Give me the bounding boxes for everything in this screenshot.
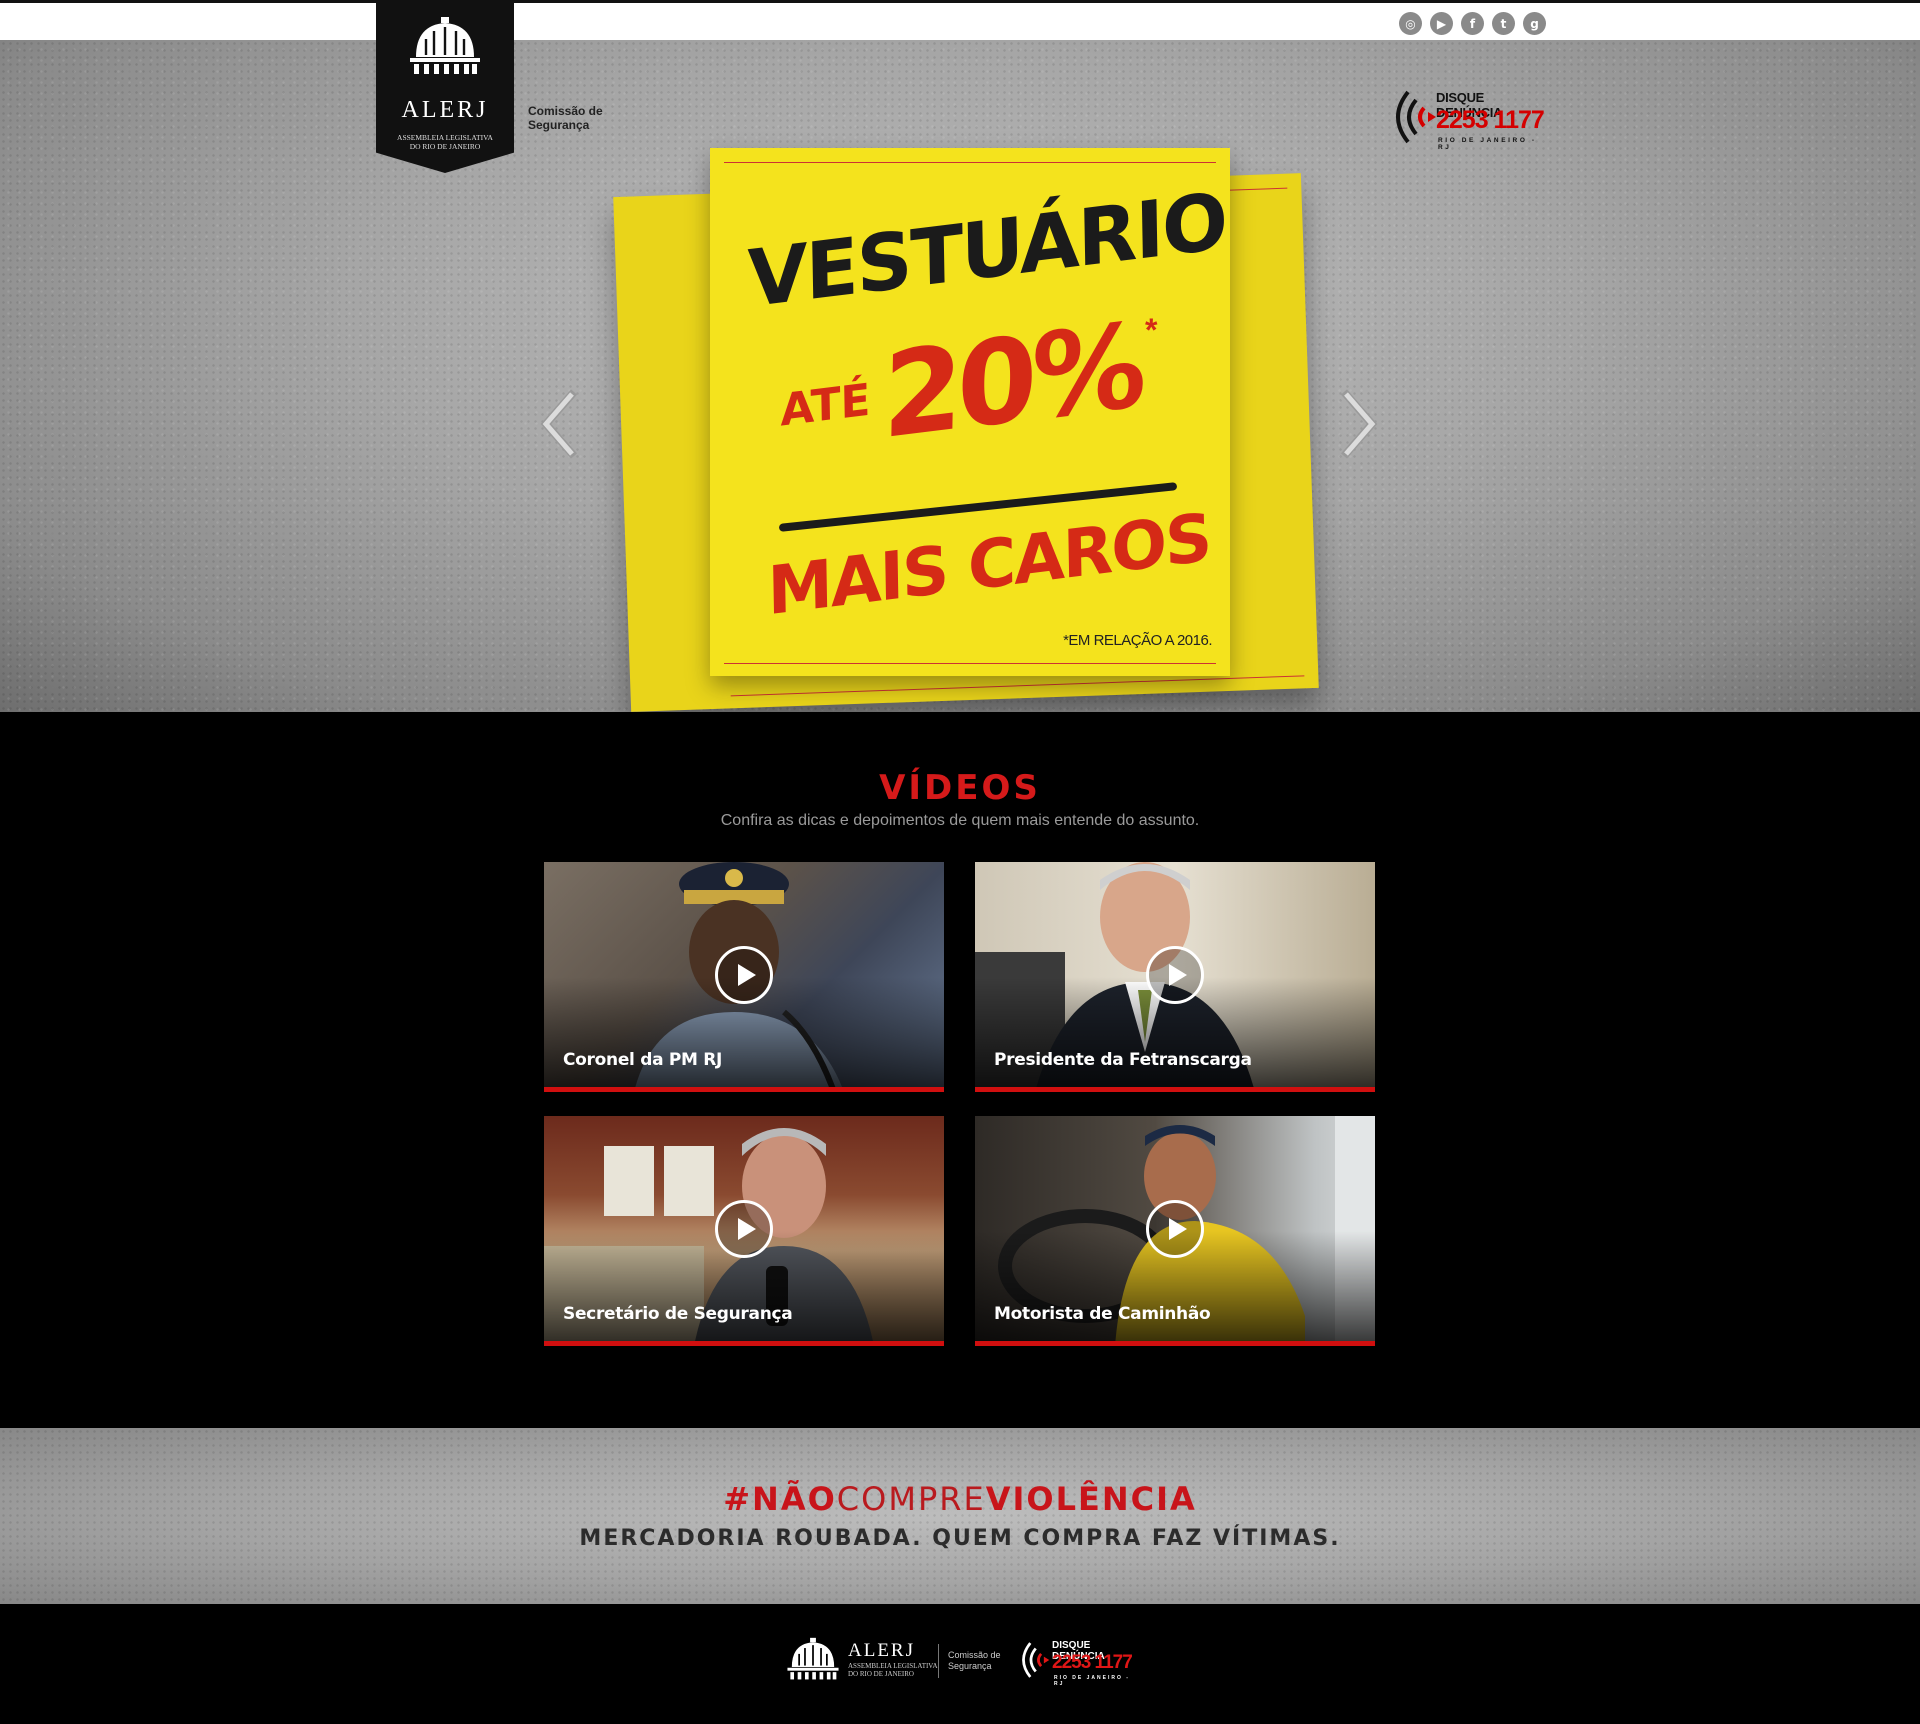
play-icon[interactable] [715,1200,773,1258]
google-plus-icon[interactable]: g [1523,12,1546,35]
slider-next-arrow[interactable] [1338,388,1378,460]
top-bar: ◎ ▶ f t g [0,0,1920,40]
video-card[interactable]: Coronel da PM RJ [544,862,944,1092]
signal-waves-icon [1396,90,1436,144]
footer-logo-name: ALERJ [848,1640,915,1661]
videos-section: VÍDEOS Confira as dicas e depoimentos de… [0,712,1920,1428]
slider-prev-arrow[interactable] [540,388,580,460]
chevron-right-icon [1340,389,1378,459]
youtube-icon[interactable]: ▶ [1430,12,1453,35]
dome-icon [410,17,480,74]
instagram-icon[interactable]: ◎ [1399,12,1422,35]
chevron-left-icon [540,389,578,459]
video-card[interactable]: Secretário de Segurança [544,1116,944,1346]
footer-commission: Comissão de Segurança [948,1650,1001,1671]
footer-disque-logo: DISQUE DENÚNCIA 2253 1177 RIO DE JANEIRO… [1014,1632,1134,1692]
footer-divider [938,1644,939,1678]
hero-banner: ALERJ ASSEMBLEIA LEGISLATIVA DO RIO DE J… [0,3,1920,712]
video-card[interactable]: Motorista de Caminhão [975,1116,1375,1346]
commission-label: Comissão de Segurança [528,104,603,132]
facebook-icon[interactable]: f [1461,12,1484,35]
videos-subtitle: Confira as dicas e depoimentos de quem m… [720,812,1200,829]
dome-icon [787,1637,839,1680]
social-links: ◎ ▶ f t g [1399,12,1546,35]
video-label: Presidente da Fetranscarga [994,1050,1252,1070]
promo-asterisk: * [1145,312,1158,348]
twitter-icon[interactable]: t [1492,12,1515,35]
video-label: Coronel da PM RJ [563,1050,723,1070]
play-icon[interactable] [715,946,773,1004]
logo-subtitle: ASSEMBLEIA LEGISLATIVA DO RIO DE JANEIRO [397,133,493,151]
signal-waves-icon [1022,1642,1050,1678]
hashtag: #NÃOCOMPREVIOLÊNCIA [723,1480,1197,1518]
sticky-note-promo: VESTUÁRIO ATÉ 20% * MAIS CAROS *EM RELAÇ… [710,148,1230,676]
promo-prefix: ATÉ [779,374,871,437]
video-label: Secretário de Segurança [563,1304,793,1324]
video-label: Motorista de Caminhão [994,1304,1211,1324]
promo-headline: VESTUÁRIO [747,176,1227,326]
logo-name: ALERJ [401,97,489,123]
slogan-subtitle: MERCADORIA ROUBADA. QUEM COMPRA FAZ VÍTI… [579,1526,1341,1551]
footer-logo-subtitle: ASSEMBLEIA LEGISLATIVA DO RIO DE JANEIRO [848,1662,938,1678]
slogan-section: #NÃOCOMPREVIOLÊNCIA MERCADORIA ROUBADA. … [0,1428,1920,1604]
video-card[interactable]: Presidente da Fetranscarga [975,862,1375,1092]
alerj-logo[interactable]: ALERJ ASSEMBLEIA LEGISLATIVA DO RIO DE J… [376,3,514,173]
promo-footnote: *EM RELAÇÃO A 2016. [1063,632,1212,649]
videos-title: VÍDEOS [879,768,1041,808]
disque-denuncia-logo: DISQUE DENÚNCIA 2253 1177 RIO DE JANEIRO… [1384,78,1545,156]
footer: ALERJ ASSEMBLEIA LEGISLATIVA DO RIO DE J… [0,1604,1920,1724]
promo-percent: 20% [881,297,1142,466]
footer-alerj-logo[interactable]: ALERJ ASSEMBLEIA LEGISLATIVA DO RIO DE J… [786,1634,938,1684]
play-icon[interactable] [1146,1200,1204,1258]
play-icon[interactable] [1146,946,1204,1004]
